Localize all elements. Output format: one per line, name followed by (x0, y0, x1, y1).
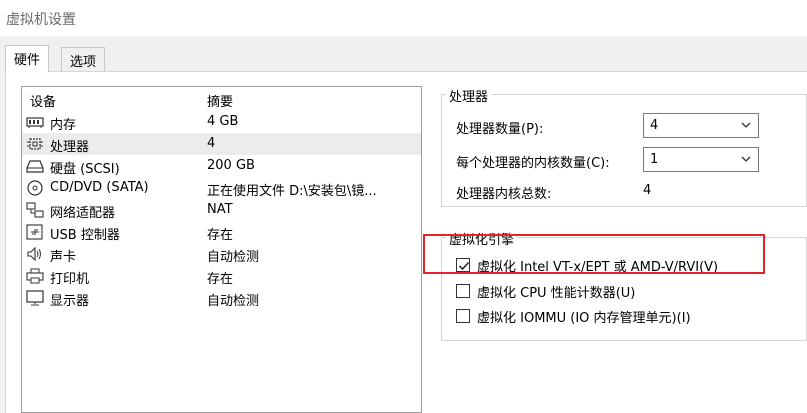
column-header-summary[interactable]: 摘要 (207, 91, 233, 110)
device-row-hard-disk[interactable]: 硬盘 (SCSI) 200 GB (22, 155, 421, 177)
device-summary: 4 (207, 136, 216, 151)
device-row-usb[interactable]: USB 控制器 存在 (22, 221, 421, 243)
title-bar: 虚拟机设置 (0, 0, 807, 36)
device-summary: 存在 (207, 228, 234, 243)
memory-icon (26, 114, 44, 130)
virtualize-iommu-checkbox[interactable] (456, 309, 470, 323)
virtualize-iommu-label: 虚拟化 IOMMU (IO 内存管理单元)(I) (477, 311, 691, 326)
device-summary: 自动检测 (207, 294, 260, 309)
virtualization-group-title: 虚拟化引擎 (446, 229, 518, 248)
device-name: 内存 (50, 118, 77, 133)
device-summary: 存在 (207, 272, 234, 287)
cd-dvd-icon (26, 180, 44, 196)
virtualize-vtx-checkbox[interactable] (456, 258, 470, 272)
processor-count-select[interactable]: 4 (643, 113, 759, 138)
device-row-sound[interactable]: 声卡 自动检测 (22, 243, 421, 265)
device-name: 显示器 (50, 294, 90, 309)
chevron-down-icon (740, 153, 752, 165)
device-row-processor[interactable]: 处理器 4 (22, 133, 421, 155)
device-name: CD/DVD (SATA) (50, 180, 149, 195)
cpu-icon (26, 136, 44, 152)
hard-disk-icon (26, 158, 44, 174)
speaker-icon (26, 246, 44, 262)
device-row-display[interactable]: 显示器 自动检测 (22, 287, 421, 309)
device-row-cd-dvd[interactable]: CD/DVD (SATA) 正在使用文件 D:\安装包\镜... (22, 177, 421, 199)
processor-count-value: 4 (650, 118, 659, 133)
cores-per-processor-label: 每个处理器的内核数量(C): (456, 156, 610, 171)
tab-hardware[interactable]: 硬件 (5, 45, 50, 72)
device-name: USB 控制器 (50, 228, 120, 243)
tab-options[interactable]: 选项 (61, 47, 106, 72)
column-header-device[interactable]: 设备 (30, 91, 56, 110)
virtualize-cpu-counters-checkbox[interactable] (456, 284, 470, 298)
cores-per-processor-value: 1 (650, 152, 659, 167)
total-cores-value: 4 (643, 183, 652, 198)
device-summary: 正在使用文件 D:\安装包\镜... (207, 184, 377, 199)
device-name: 声卡 (50, 250, 77, 265)
device-name: 网络适配器 (50, 206, 116, 221)
device-summary: 200 GB (207, 158, 255, 173)
device-list-header: 设备 摘要 (22, 87, 421, 110)
checkmark-icon (458, 261, 470, 271)
virtualize-vtx-label: 虚拟化 Intel VT-x/EPT 或 AMD-V/RVI(V) (477, 260, 719, 275)
device-name: 硬盘 (SCSI) (50, 162, 120, 177)
network-icon (26, 202, 44, 218)
device-row-memory[interactable]: 内存 4 GB (22, 111, 421, 133)
processor-count-label: 处理器数量(P): (456, 122, 544, 137)
virtualize-cpu-counters-label: 虚拟化 CPU 性能计数器(U) (477, 286, 636, 301)
device-name: 打印机 (50, 272, 90, 287)
device-list[interactable]: 设备 摘要 内存 4 GB 处理器 4 硬盘 (SCSI) 200 GB CD/… (21, 86, 422, 413)
tab-bar: 硬件 选项 (0, 36, 807, 72)
device-row-printer[interactable]: 打印机 存在 (22, 265, 421, 287)
chevron-down-icon (740, 119, 752, 131)
usb-icon (26, 224, 44, 240)
device-summary: 自动检测 (207, 250, 260, 265)
printer-icon (26, 268, 44, 284)
processor-group-title: 处理器 (446, 86, 492, 105)
monitor-icon (26, 290, 44, 306)
device-name: 处理器 (50, 140, 90, 155)
device-summary: NAT (207, 202, 233, 217)
cores-per-processor-select[interactable]: 1 (643, 147, 759, 172)
total-cores-label: 处理器内核总数: (456, 187, 552, 202)
device-summary: 4 GB (207, 114, 239, 129)
window-title: 虚拟机设置 (6, 12, 76, 28)
device-row-network[interactable]: 网络适配器 NAT (22, 199, 421, 221)
